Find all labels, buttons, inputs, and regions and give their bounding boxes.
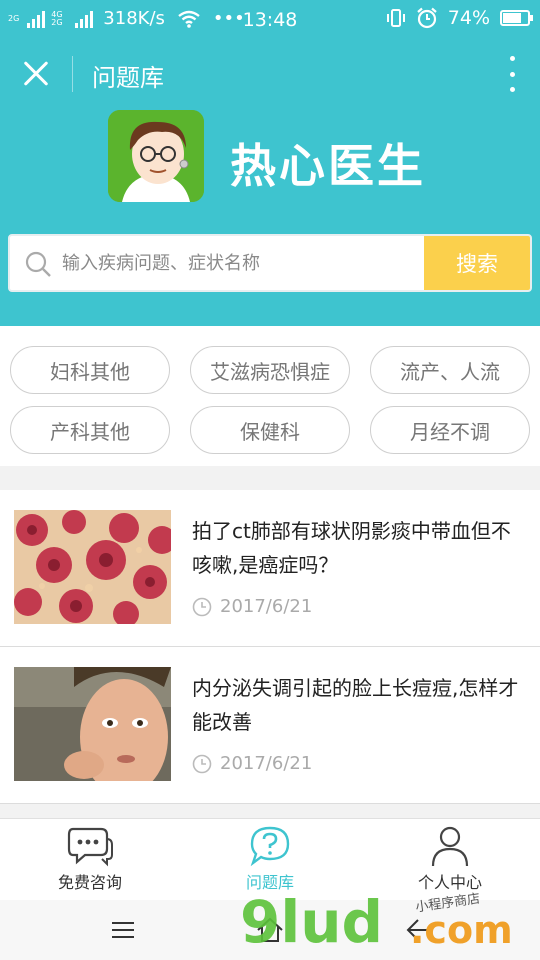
doctor-avatar-icon <box>108 110 204 202</box>
tag-item[interactable]: 艾滋病恐惧症 <box>190 346 350 394</box>
nav-item-consult[interactable]: 免费咨询 <box>0 819 180 901</box>
article-title: 拍了ct肺部有球状阴影痰中带血但不咳嗽,是癌症吗？ <box>192 519 511 577</box>
article-date-row: 2017/6/21 <box>192 753 312 774</box>
article-date: 2017/6/21 <box>220 596 313 617</box>
brand-name: 热心医生 <box>230 139 426 193</box>
tag-item[interactable]: 产科其他 <box>10 406 170 454</box>
bottom-nav: 免费咨询 问题库 个人中心 <box>0 818 540 900</box>
article-title: 内分泌失调引起的脸上长痘痘,怎样才能改善 <box>192 676 519 734</box>
article-date: 2017/6/21 <box>220 753 313 774</box>
woman-acne-image <box>14 667 171 781</box>
search-input[interactable] <box>62 236 422 290</box>
app-logo <box>108 110 204 202</box>
list-item[interactable]: 拍了ct肺部有球状阴影痰中带血但不咳嗽,是癌症吗？ 2017/6/21 <box>0 490 540 647</box>
search-icon <box>25 251 51 277</box>
chat-bubble-icon <box>67 827 113 867</box>
app-bar-divider <box>72 56 73 92</box>
tag-item[interactable]: 流产、人流 <box>370 346 530 394</box>
list-item[interactable]: 内分泌失调引起的脸上长痘痘,怎样才能改善 2017/6/21 <box>0 647 540 804</box>
menu-button[interactable] <box>104 914 144 946</box>
home-button[interactable] <box>250 914 290 946</box>
nav-label: 个人中心 <box>417 873 482 892</box>
nav-label: 问题库 <box>245 873 294 892</box>
search-bar: 搜索 <box>8 234 532 292</box>
question-bubble-icon <box>250 826 290 867</box>
battery-icon <box>500 10 533 26</box>
more-menu-button[interactable] <box>506 56 518 92</box>
search-button[interactable]: 搜索 <box>424 236 530 290</box>
page-title: 问题库 <box>92 64 164 92</box>
header: 问题库 热心医生 搜索 <box>0 38 540 326</box>
alarm-icon <box>417 7 437 29</box>
nav-item-profile[interactable]: 个人中心 <box>360 819 540 901</box>
tag-panel: 妇科其他 艾滋病恐惧症 流产、人流 产科其他 保健科 月经不调 <box>0 326 540 466</box>
tag-item[interactable]: 保健科 <box>190 406 350 454</box>
article-list: 拍了ct肺部有球状阴影痰中带血但不咳嗽,是癌症吗？ 2017/6/21 内分泌失… <box>0 490 540 804</box>
back-button[interactable] <box>400 914 440 946</box>
menu-icon <box>112 922 134 938</box>
bacteria-image <box>14 510 171 624</box>
tag-item[interactable]: 妇科其他 <box>10 346 170 394</box>
back-arrow-icon <box>406 919 432 941</box>
status-bar: 2G 4G 2G 318K/s ••• 13:48 74% <box>0 0 540 38</box>
clock-icon <box>192 754 212 773</box>
article-date-row: 2017/6/21 <box>192 596 312 617</box>
vibrate-icon <box>386 9 405 27</box>
app-bar: 问题库 <box>0 38 540 110</box>
nav-item-question-bank[interactable]: 问题库 <box>180 819 360 901</box>
battery-percent: 74% <box>447 7 490 29</box>
nav-label: 免费咨询 <box>57 873 122 892</box>
home-icon <box>257 917 283 942</box>
tag-item[interactable]: 月经不调 <box>370 406 530 454</box>
person-icon <box>431 826 469 867</box>
clock-icon <box>192 597 212 616</box>
system-nav-bar <box>0 900 540 960</box>
close-button[interactable] <box>18 56 54 92</box>
